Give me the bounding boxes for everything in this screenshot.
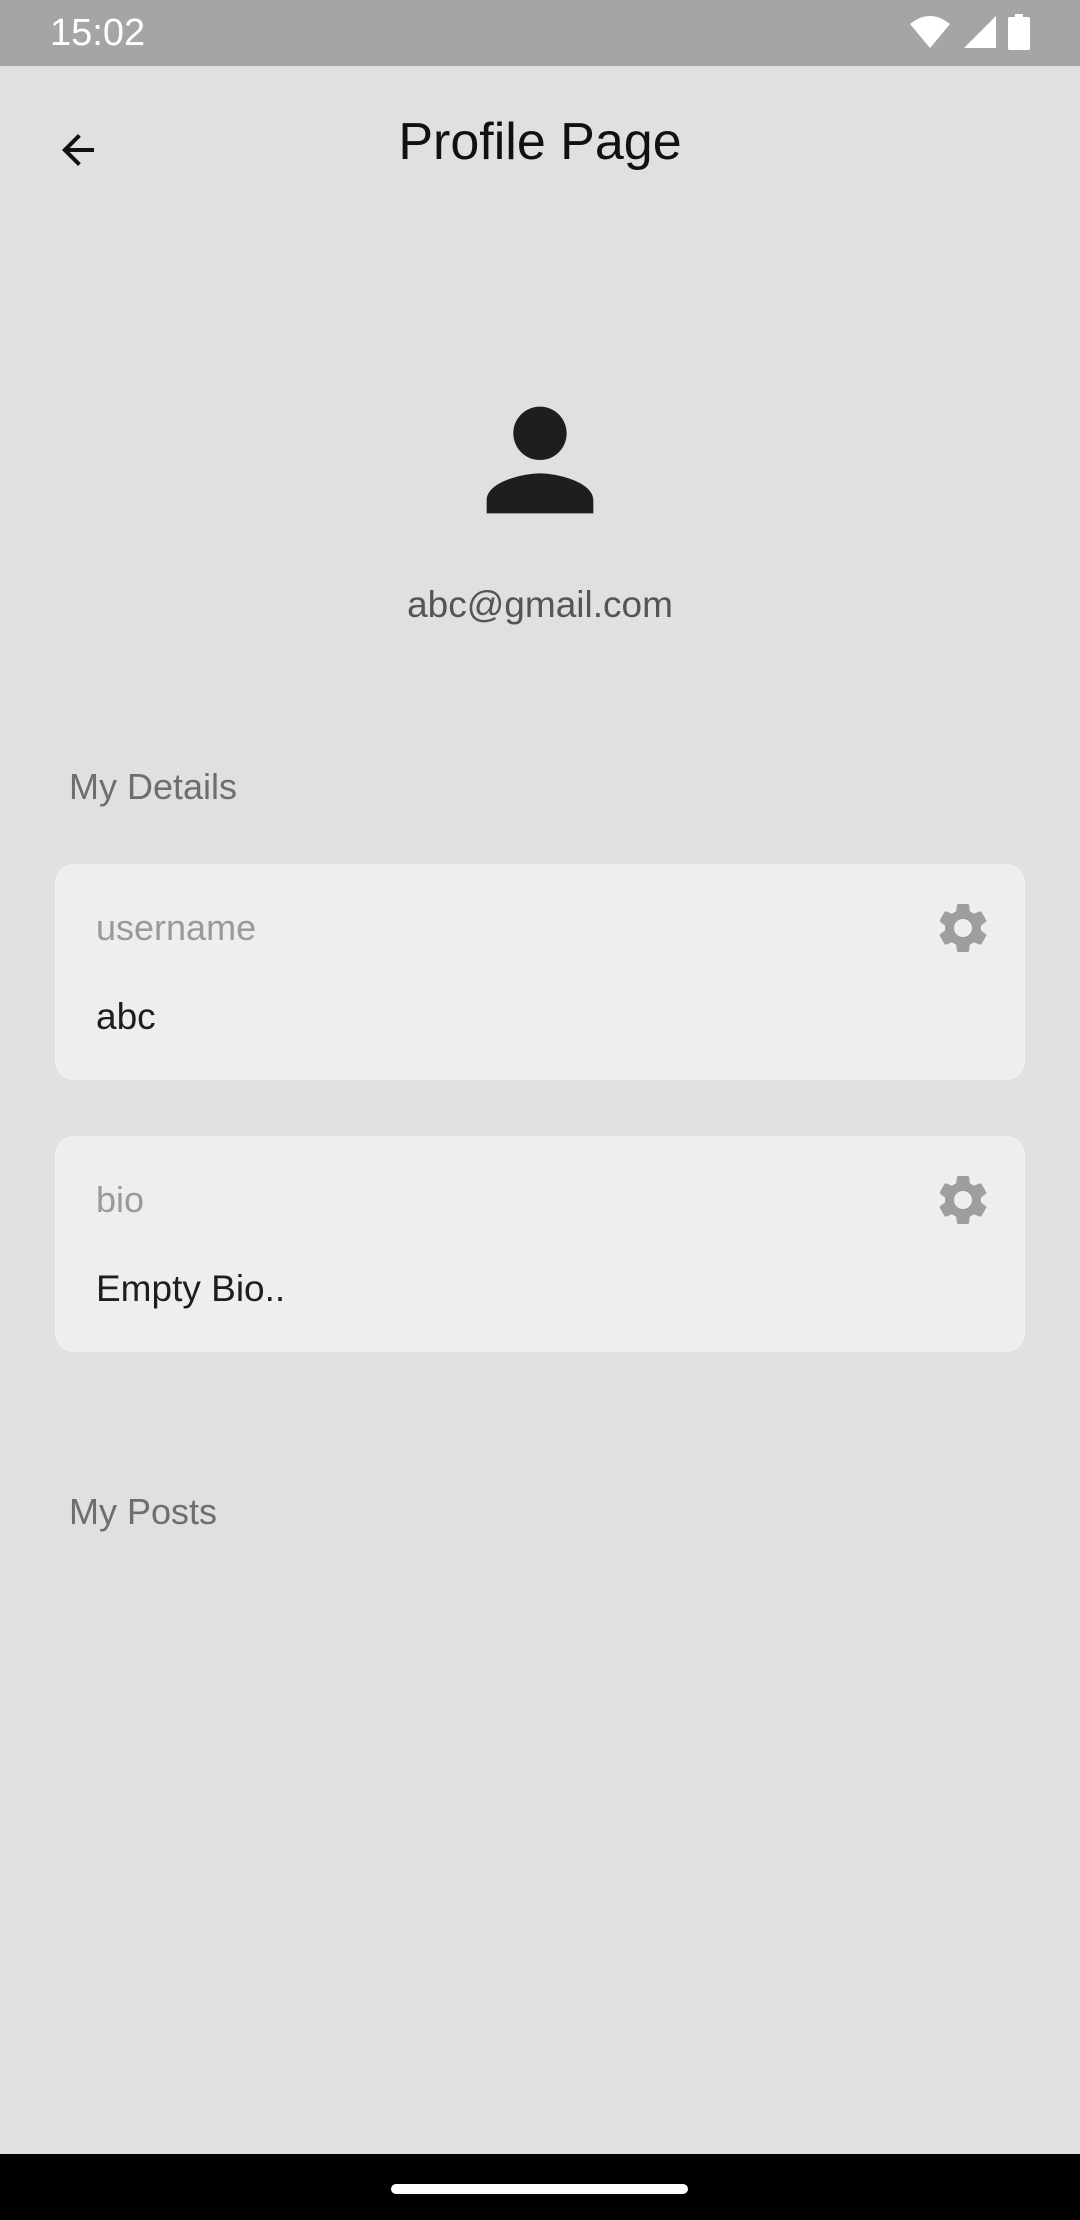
bio-value: Empty Bio.. [96,1268,286,1309]
person-icon [486,406,594,514]
status-bar: 15:02 [0,0,1080,66]
status-time: 15:02 [50,12,146,54]
bio-card: bio Empty Bio.. [55,1136,1025,1352]
username-value: abc [96,996,156,1037]
username-card: username abc [55,864,1025,1080]
bio-label: bio [96,1179,145,1220]
gear-icon [939,1176,987,1224]
signal-icon [964,16,996,48]
profile-email: abc@gmail.com [407,584,673,625]
my-posts-heading: My Posts [69,1491,218,1532]
page-title: Profile Page [398,113,682,171]
edit-username-button[interactable] [931,896,995,960]
edit-bio-button[interactable] [931,1168,995,1232]
gear-icon [939,904,987,952]
my-details-heading: My Details [69,766,238,807]
app-bar: Profile Page [0,66,1080,222]
home-indicator[interactable] [391,2184,688,2194]
avatar [460,380,620,540]
status-icons [908,14,1030,50]
navigation-bar [0,2154,1080,2220]
wifi-icon [910,16,950,48]
username-label: username [96,907,257,948]
battery-icon [1008,14,1030,50]
